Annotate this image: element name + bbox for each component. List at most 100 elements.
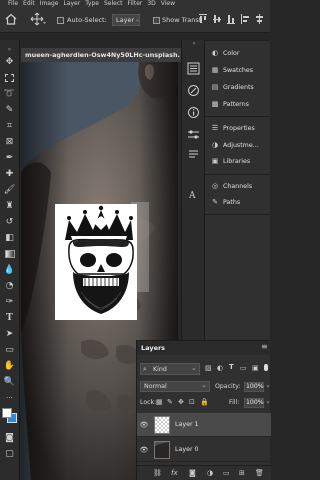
document-tab[interactable]: mueen-agherdien-Osw4Ny50LHc-unsplash. xyxy=(21,48,186,62)
new-layer-icon[interactable]: ⊞ xyxy=(239,469,245,477)
adjustment-icon[interactable]: ◑ xyxy=(207,469,213,477)
filter-smart-object-icon[interactable]: ▣ xyxy=(252,364,259,372)
visibility-eye-icon[interactable]: 👁 xyxy=(139,446,149,454)
panel-color[interactable]: ◐ Color xyxy=(211,49,240,57)
visibility-eye-icon[interactable]: 👁 xyxy=(139,421,149,429)
type-tool[interactable]: T xyxy=(2,310,17,325)
frame-tool[interactable]: ⊠ xyxy=(2,134,17,149)
blend-mode-dropdown[interactable]: Normal ⌄ xyxy=(140,381,210,392)
layer-thumbnail xyxy=(154,416,170,434)
align-middle-icon[interactable] xyxy=(212,13,222,25)
blur-tool[interactable]: 💧 xyxy=(2,262,17,277)
menu-edit[interactable]: Edit xyxy=(23,0,35,7)
path-selection-tool[interactable]: ➤ xyxy=(2,326,17,341)
align-top-icon[interactable] xyxy=(198,13,208,25)
layers-tab[interactable]: Layers xyxy=(141,344,165,352)
fill-input[interactable]: 100% xyxy=(244,398,264,408)
info-icon[interactable] xyxy=(187,106,200,119)
layer-row[interactable]: 👁 Layer 1 xyxy=(137,413,271,437)
panel-patterns[interactable]: ▩ Patterns xyxy=(211,100,249,108)
gradient-icon: ▤ xyxy=(211,83,219,91)
quick-mask-icon[interactable]: ◙ xyxy=(2,430,17,445)
dock-collapse-icon[interactable]: « xyxy=(184,40,204,47)
history-icon[interactable] xyxy=(187,62,200,75)
tools-panel: » ✥ ➰ ✎ ⌗ ⊠ ✒ ✚ 🖌 ♜ ↺ ◧ 💧 ◔ ✑ T ➤ ▭ ✋ 🔍 … xyxy=(0,40,20,480)
lock-transparent-icon[interactable]: ▦ xyxy=(156,398,163,406)
filter-toggle[interactable] xyxy=(264,364,268,371)
layer-name[interactable]: Layer 1 xyxy=(175,421,199,428)
menu-file[interactable]: File xyxy=(8,0,18,7)
glyphs-icon[interactable]: A xyxy=(187,188,200,201)
opacity-input[interactable]: 100% xyxy=(244,382,264,392)
filter-adjustment-icon[interactable]: ◐ xyxy=(217,364,223,372)
panel-gradients[interactable]: ▤ Gradients xyxy=(211,83,254,91)
align-center-icon[interactable] xyxy=(254,13,264,25)
panel-libraries[interactable]: ▣ Libraries xyxy=(211,157,251,165)
brush-tool[interactable]: 🖌 xyxy=(2,182,17,197)
trash-icon[interactable]: 🗑 xyxy=(255,469,264,477)
eyedropper-tool[interactable]: ✒ xyxy=(2,150,17,165)
filter-type-icon[interactable]: T xyxy=(229,363,234,371)
hand-tool[interactable]: ✋ xyxy=(2,358,17,373)
brushes-icon[interactable] xyxy=(187,84,200,97)
more-tools-icon[interactable]: ··· xyxy=(2,390,17,405)
filter-pixel-icon[interactable]: ▨ xyxy=(205,364,212,372)
move-tool-icon[interactable] xyxy=(30,12,46,26)
panel-properties[interactable]: ☰ Properties xyxy=(211,124,255,132)
align-bottom-icon[interactable] xyxy=(226,13,236,25)
show-transform-checkbox[interactable] xyxy=(153,17,160,24)
paragraph-icon[interactable] xyxy=(187,148,200,161)
chevron-down-icon: ⌄ xyxy=(201,381,207,389)
show-transform-label: Show Transf xyxy=(162,16,202,24)
fx-icon[interactable]: fx xyxy=(171,469,178,477)
screen-mode-icon[interactable]: ▢ xyxy=(2,446,17,461)
panel-dock: ◐ Color ▦ Swatches ▤ Gradients ▩ Pattern… xyxy=(205,40,270,340)
lock-position-icon[interactable]: ✥ xyxy=(178,398,184,406)
menu-view[interactable]: View xyxy=(161,0,175,7)
shape-tool[interactable]: ▭ xyxy=(2,342,17,357)
menu-layer[interactable]: Layer xyxy=(63,0,80,7)
lock-artboard-icon[interactable]: ⊡ xyxy=(189,398,195,406)
home-icon[interactable] xyxy=(4,12,18,26)
document-title: mueen-agherdien-Osw4Ny50LHc-unsplash. xyxy=(25,51,180,59)
quick-select-tool[interactable]: ✎ xyxy=(2,102,17,117)
layer-name[interactable]: Layer 0 xyxy=(175,446,199,453)
healing-brush-tool[interactable]: ✚ xyxy=(2,166,17,181)
eraser-tool[interactable]: ◧ xyxy=(2,230,17,245)
marquee-tool[interactable] xyxy=(2,70,17,85)
panel-menu-icon[interactable]: ≡ xyxy=(261,342,268,351)
panel-channels[interactable]: ◎ Channels xyxy=(211,182,252,190)
clone-stamp-tool[interactable]: ♜ xyxy=(2,198,17,213)
foreground-color-swatch[interactable] xyxy=(2,408,12,418)
layer-row[interactable]: 👁 Layer 0 xyxy=(137,438,271,462)
dodge-tool[interactable]: ◔ xyxy=(2,278,17,293)
move-tool[interactable]: ✥ xyxy=(2,54,17,69)
lock-all-icon[interactable]: 🔒 xyxy=(200,398,209,406)
panel-paths[interactable]: ✎ Paths xyxy=(211,198,240,206)
color-swatches[interactable] xyxy=(2,408,18,424)
panel-adjustments[interactable]: ◑ Adjustme... xyxy=(211,141,259,149)
menu-select[interactable]: Select xyxy=(104,0,123,7)
lock-pixels-icon[interactable]: ✎ xyxy=(167,398,173,406)
align-left-icon[interactable] xyxy=(240,13,250,25)
mask-icon[interactable]: ◙ xyxy=(189,469,196,477)
filter-shape-icon[interactable]: ▭ xyxy=(240,364,247,372)
auto-select-checkbox[interactable] xyxy=(57,17,64,24)
panel-paths-label: Paths xyxy=(223,198,241,206)
gradient-tool[interactable] xyxy=(2,246,17,261)
menu-image[interactable]: Image xyxy=(40,0,59,7)
crop-tool[interactable]: ⌗ xyxy=(2,118,17,133)
pen-tool[interactable]: ✑ xyxy=(2,294,17,309)
menu-3d[interactable]: 3D xyxy=(147,0,155,7)
lasso-tool[interactable]: ➰ xyxy=(2,86,17,101)
color-wheel-icon: ◐ xyxy=(211,49,219,57)
panel-swatches[interactable]: ▦ Swatches xyxy=(211,66,253,74)
layer-filter-dropdown[interactable]: ⌕ Kind ⌄ xyxy=(140,363,200,375)
link-icon[interactable]: ⛓ xyxy=(153,469,162,477)
menu-filter[interactable]: Filter xyxy=(128,0,143,7)
group-icon[interactable]: ▭ xyxy=(223,469,230,477)
adjust-sliders-icon[interactable] xyxy=(187,128,200,141)
history-brush-tool[interactable]: ↺ xyxy=(2,214,17,229)
menu-type[interactable]: Type xyxy=(85,0,99,7)
zoom-tool[interactable]: 🔍 xyxy=(2,374,17,389)
